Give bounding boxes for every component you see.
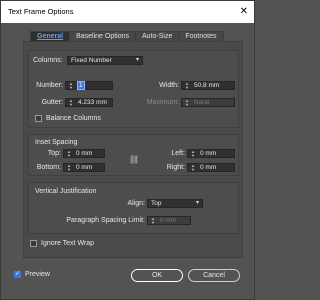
spinner-arrows-icon: ▲ ▼ (151, 216, 155, 225)
left-label: Left: (171, 150, 185, 157)
preview-checkbox[interactable]: ✓ (14, 271, 21, 278)
vertical-justification-group: Vertical Justification Align: Top ▾ Para… (28, 182, 239, 234)
right-field[interactable]: ▲ ▼ 0 mm (187, 163, 235, 172)
balance-columns-label: Balance Columns (46, 115, 101, 122)
inset-spacing-title: Inset Spacing (35, 139, 78, 146)
gutter-label: Gutter: (41, 99, 63, 106)
paragraph-spacing-limit-value: 0 mm (160, 217, 177, 224)
title-bar: Text Frame Options ✕ (1, 1, 254, 23)
left-value: 0 mm (200, 150, 217, 157)
width-label: Width: (159, 82, 179, 89)
columns-select-value: Fixed Number (71, 57, 112, 64)
number-label: Number: (36, 82, 63, 89)
left-field[interactable]: ▲ ▼ 0 mm (187, 149, 235, 158)
gutter-value: 4.233 mm (78, 99, 107, 106)
maximum-label: Maximum: (146, 99, 179, 106)
window-title: Text Frame Options (8, 7, 74, 16)
ignore-text-wrap-checkbox[interactable] (30, 240, 37, 247)
align-label: Align: (127, 200, 145, 207)
columns-select[interactable]: Fixed Number ▾ (67, 56, 143, 65)
bottom-value: 0 mm (76, 164, 93, 171)
spinner-arrows-icon[interactable]: ▲ ▼ (68, 99, 74, 107)
general-panel: Columns: Fixed Number ▾ Number: ▲ ▼ 1 Wid… (23, 41, 243, 258)
align-select[interactable]: Top ▾ (147, 199, 203, 208)
number-value: 1 (77, 81, 85, 90)
spinner-arrows-icon[interactable]: ▲ ▼ (66, 164, 72, 172)
preview-label: Preview (25, 271, 50, 278)
paragraph-spacing-limit-label: Paragraph Spacing Limit: (66, 217, 145, 224)
top-label: Top: (47, 150, 61, 157)
gutter-field[interactable]: ▲ ▼ 4.233 mm (65, 98, 113, 107)
width-value: 50.8 mm (194, 82, 220, 89)
top-value: 0 mm (76, 150, 93, 157)
inset-spacing-group: Inset Spacing Top: ▲ ▼ 0 mm Bottom: ▲ ▼ 0 … (28, 134, 239, 176)
maximum-value: None (194, 99, 210, 106)
align-select-value: Top (151, 200, 162, 207)
columns-group: Columns: Fixed Number ▾ Number: ▲ ▼ 1 Wid… (28, 50, 239, 128)
spinner-arrows-icon: ▲ ▼ (185, 98, 189, 107)
bottom-field[interactable]: ▲ ▼ 0 mm (63, 163, 105, 172)
ok-button[interactable]: OK (131, 269, 183, 282)
spinner-arrows-icon[interactable]: ▲ ▼ (184, 82, 190, 90)
ignore-text-wrap-label: Ignore Text Wrap (41, 240, 95, 247)
chevron-down-icon: ▾ (135, 57, 139, 63)
chain-link-icon[interactable]: ⛓ (129, 155, 139, 164)
paragraph-spacing-limit-field: ▲ ▼ 0 mm (147, 216, 191, 225)
close-icon[interactable]: ✕ (240, 1, 248, 23)
bottom-label: Bottom: (36, 164, 61, 171)
spinner-arrows-icon[interactable]: ▲ ▼ (66, 150, 72, 158)
number-field[interactable]: ▲ ▼ 1 (65, 81, 113, 90)
right-label: Right: (166, 164, 185, 171)
spinner-arrows-icon[interactable]: ▲ ▼ (68, 82, 74, 90)
right-value: 0 mm (200, 164, 217, 171)
columns-label: Columns: (33, 57, 63, 64)
text-frame-options-dialog: Text Frame Options ✕ General Baseline Op… (0, 0, 255, 300)
chevron-down-icon: ▾ (195, 200, 199, 206)
cancel-button[interactable]: Cancel (188, 269, 240, 282)
spinner-arrows-icon[interactable]: ▲ ▼ (190, 164, 196, 172)
vertical-justification-title: Vertical Justification (35, 188, 97, 195)
top-field[interactable]: ▲ ▼ 0 mm (63, 149, 105, 158)
maximum-field: ▲ ▼ None (181, 98, 235, 107)
balance-columns-checkbox[interactable] (35, 115, 42, 122)
spinner-arrows-icon[interactable]: ▲ ▼ (190, 150, 196, 158)
width-field[interactable]: ▲ ▼ 50.8 mm (181, 81, 235, 90)
